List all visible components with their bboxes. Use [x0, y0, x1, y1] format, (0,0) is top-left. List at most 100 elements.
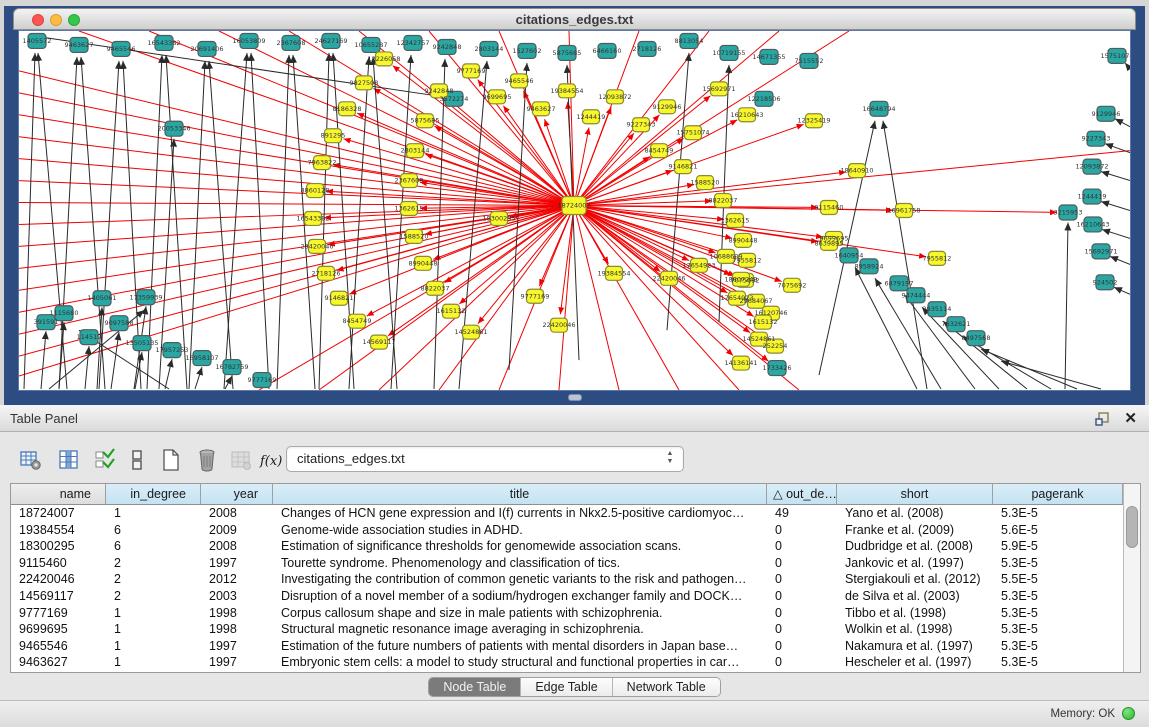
- table-cell[interactable]: 9463627: [11, 654, 106, 671]
- table-cell[interactable]: Changes of HCN gene expression and I(f) …: [273, 505, 767, 522]
- table-cell[interactable]: de Silva et al. (2003): [837, 588, 993, 605]
- table-row[interactable]: 1456911722003Disruption of a novel membe…: [11, 588, 1123, 605]
- table-cell[interactable]: 1: [106, 621, 201, 638]
- table-cell[interactable]: 1: [106, 605, 201, 622]
- table-cell[interactable]: Jankovic et al. (1997): [837, 555, 993, 572]
- table-cell[interactable]: 0: [767, 571, 837, 588]
- table-cell[interactable]: 0: [767, 621, 837, 638]
- table-cell[interactable]: 18724007: [11, 505, 106, 522]
- window-titlebar[interactable]: citations_edges.txt: [13, 8, 1136, 30]
- table-cell[interactable]: Tibbo et al. (1998): [837, 605, 993, 622]
- float-panel-icon[interactable]: [1095, 411, 1111, 427]
- show-columns-icon[interactable]: [54, 445, 84, 475]
- table-row[interactable]: 911546021997Tourette syndrome. Phenomeno…: [11, 555, 1123, 572]
- table-cell[interactable]: Yano et al. (2008): [837, 505, 993, 522]
- modify-table-icon[interactable]: [16, 445, 46, 475]
- table-cell[interactable]: 0: [767, 555, 837, 572]
- table-cell[interactable]: 5.3E-5: [993, 638, 1123, 655]
- network-graph-canvas[interactable]: 1405572946362794655461654338220691406160…: [18, 30, 1131, 391]
- table-cell[interactable]: 1998: [201, 605, 273, 622]
- table-cell[interactable]: 6: [106, 522, 201, 539]
- table-cell[interactable]: 5.3E-5: [993, 505, 1123, 522]
- table-cell[interactable]: 2: [106, 571, 201, 588]
- table-cell[interactable]: Disruption of a novel member of a sodium…: [273, 588, 767, 605]
- table-cell[interactable]: 18300295: [11, 538, 106, 555]
- table-cell[interactable]: 1: [106, 654, 201, 671]
- table-cell[interactable]: 1: [106, 505, 201, 522]
- table-cell[interactable]: 0: [767, 522, 837, 539]
- table-cell[interactable]: 5.5E-5: [993, 571, 1123, 588]
- table-cell[interactable]: 14569117: [11, 588, 106, 605]
- table-cell[interactable]: 2: [106, 588, 201, 605]
- column-header-title[interactable]: title: [273, 484, 767, 505]
- column-header-short[interactable]: short: [837, 484, 993, 505]
- table-cell[interactable]: Genome-wide association studies in ADHD.: [273, 522, 767, 539]
- table-row[interactable]: 1872400712008Changes of HCN gene express…: [11, 505, 1123, 522]
- table-cell[interactable]: 9777169: [11, 605, 106, 622]
- table-row[interactable]: 1830029562008Estimation of significance …: [11, 538, 1123, 555]
- table-cell[interactable]: 0: [767, 588, 837, 605]
- table-cell[interactable]: 1997: [201, 555, 273, 572]
- table-cell[interactable]: 1998: [201, 621, 273, 638]
- table-row[interactable]: 1938455462009Genome-wide association stu…: [11, 522, 1123, 539]
- function-builder-icon[interactable]: f(x): [256, 445, 286, 475]
- table-cell[interactable]: 0: [767, 605, 837, 622]
- table-cell[interactable]: 1997: [201, 654, 273, 671]
- table-cell[interactable]: 2008: [201, 538, 273, 555]
- column-header-year[interactable]: year: [201, 484, 273, 505]
- table-row[interactable]: 977716911998Corpus callosum shape and si…: [11, 605, 1123, 622]
- table-row[interactable]: 946362711997Embryonic stem cells: a mode…: [11, 654, 1123, 671]
- table-cell[interactable]: Corpus callosum shape and size in male p…: [273, 605, 767, 622]
- table-row[interactable]: 969969511998Structural magnetic resonanc…: [11, 621, 1123, 638]
- table-row[interactable]: 946554611997Estimation of the future num…: [11, 638, 1123, 655]
- table-cell[interactable]: 2: [106, 555, 201, 572]
- table-cell[interactable]: 0: [767, 538, 837, 555]
- column-header-out_de[interactable]: △ out_de…: [767, 484, 837, 505]
- table-cell[interactable]: 22420046: [11, 571, 106, 588]
- table-cell[interactable]: Hescheler et al. (1997): [837, 654, 993, 671]
- table-cell[interactable]: Stergiakouli et al. (2012): [837, 571, 993, 588]
- table-cell[interactable]: 5.6E-5: [993, 522, 1123, 539]
- table-cell[interactable]: 5.3E-5: [993, 654, 1123, 671]
- table-cell[interactable]: 5.3E-5: [993, 555, 1123, 572]
- table-cell[interactable]: Dudbridge et al. (2008): [837, 538, 993, 555]
- splitter-grip[interactable]: [568, 394, 582, 401]
- tab-edge-table[interactable]: Edge Table: [521, 678, 612, 696]
- table-cell[interactable]: 5.9E-5: [993, 538, 1123, 555]
- table-cell[interactable]: 2008: [201, 505, 273, 522]
- delete-table-icon[interactable]: [192, 445, 222, 475]
- table-cell[interactable]: 9115460: [11, 555, 106, 572]
- table-cell[interactable]: Embryonic stem cells: a model to study s…: [273, 654, 767, 671]
- table-cell[interactable]: Nakamura et al. (1997): [837, 638, 993, 655]
- scrollbar-thumb[interactable]: [1126, 506, 1138, 548]
- select-rows-icon[interactable]: [90, 445, 120, 475]
- table-cell[interactable]: Franke et al. (2009): [837, 522, 993, 539]
- table-cell[interactable]: Wolkin et al. (1998): [837, 621, 993, 638]
- table-cell[interactable]: 19384554: [11, 522, 106, 539]
- table-cell[interactable]: Investigating the contribution of common…: [273, 571, 767, 588]
- column-header-name[interactable]: name: [11, 484, 106, 505]
- table-cell[interactable]: 1997: [201, 638, 273, 655]
- table-cell[interactable]: 2009: [201, 522, 273, 539]
- table-cell[interactable]: Structural magnetic resonance image aver…: [273, 621, 767, 638]
- tab-node-table[interactable]: Node Table: [429, 678, 521, 696]
- table-cell[interactable]: 2012: [201, 571, 273, 588]
- table-selector-dropdown[interactable]: citations_edges.txt ▲▼: [286, 446, 684, 472]
- table-cell[interactable]: 49: [767, 505, 837, 522]
- column-header-in_degree[interactable]: in_degree: [106, 484, 201, 505]
- table-cell[interactable]: 1: [106, 638, 201, 655]
- vertical-scrollbar[interactable]: [1123, 484, 1140, 672]
- table-cell[interactable]: 9465546: [11, 638, 106, 655]
- table-cell[interactable]: 0: [767, 638, 837, 655]
- table-cell[interactable]: 0: [767, 654, 837, 671]
- column-mapping-icon[interactable]: [122, 445, 152, 475]
- table-cell[interactable]: 5.3E-5: [993, 605, 1123, 622]
- table-cell[interactable]: 2003: [201, 588, 273, 605]
- table-cell[interactable]: 9699695: [11, 621, 106, 638]
- column-header-pagerank[interactable]: pagerank: [993, 484, 1123, 505]
- table-row[interactable]: 2242004622012Investigating the contribut…: [11, 571, 1123, 588]
- tab-network-table[interactable]: Network Table: [613, 678, 720, 696]
- table-cell[interactable]: 5.3E-5: [993, 621, 1123, 638]
- close-panel-icon[interactable]: ✕: [1124, 409, 1137, 427]
- table-cell[interactable]: Tourette syndrome. Phenomenology and cla…: [273, 555, 767, 572]
